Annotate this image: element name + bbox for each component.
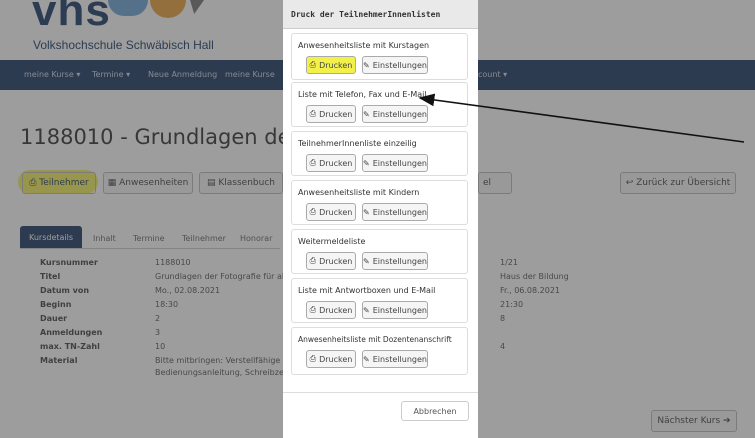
print-option-card: TeilnehmerInnenliste einzeilig ⎙ Drucken … (291, 131, 468, 176)
print-label: Drucken (319, 305, 353, 315)
settings-label: Einstellungen (372, 109, 427, 119)
settings-label: Einstellungen (372, 305, 427, 315)
print-icon: ⎙ (309, 109, 317, 118)
print-label: Drucken (319, 60, 353, 70)
settings-button[interactable]: ✎ Einstellungen (362, 56, 428, 74)
print-button[interactable]: ⎙ Drucken (306, 203, 356, 221)
print-option-title: Liste mit Telefon, Fax und E-Mail (298, 90, 427, 99)
print-label: Drucken (319, 354, 353, 364)
print-option-card: Liste mit Telefon, Fax und E-Mail ⎙ Druck… (291, 82, 468, 127)
settings-label: Einstellungen (372, 207, 427, 217)
print-button[interactable]: ⎙ Drucken (306, 154, 356, 172)
edit-icon: ✎ (363, 109, 370, 119)
settings-label: Einstellungen (372, 60, 427, 70)
settings-button[interactable]: ✎ Einstellungen (362, 105, 428, 123)
modal-footer-divider (283, 392, 478, 393)
edit-icon: ✎ (363, 305, 370, 315)
print-option-title: Liste mit Antwortboxen und E-Mail (298, 286, 436, 295)
print-option-card: Anwesenheitsliste mit Dozentenanschrift … (291, 327, 468, 375)
print-label: Drucken (319, 158, 353, 168)
modal-header: Druck der TeilnehmerInnenlisten (283, 0, 478, 29)
print-option-card: Anwesenheitsliste mit Kurstagen ⎙ Drucken… (291, 33, 468, 80)
settings-button[interactable]: ✎ Einstellungen (362, 301, 428, 319)
print-option-title: Anwesenheitsliste mit Kindern (298, 188, 420, 197)
print-option-title: TeilnehmerInnenliste einzeilig (298, 139, 417, 148)
print-icon: ⎙ (309, 256, 317, 265)
print-option-card: Weitermeldeliste ⎙ Drucken ✎ Einstellungen (291, 229, 468, 274)
settings-label: Einstellungen (372, 354, 427, 364)
edit-icon: ✎ (363, 60, 370, 70)
edit-icon: ✎ (363, 354, 370, 364)
print-button[interactable]: ⎙ Drucken (306, 350, 356, 368)
print-option-card: Anwesenheitsliste mit Kindern ⎙ Drucken ✎… (291, 180, 468, 225)
edit-icon: ✎ (363, 207, 370, 217)
modal-title: Druck der TeilnehmerInnenlisten (291, 10, 441, 19)
print-icon: ⎙ (309, 354, 317, 363)
print-option-title: Anwesenheitsliste mit Kurstagen (298, 41, 430, 50)
settings-button[interactable]: ✎ Einstellungen (362, 154, 428, 172)
print-option-card: Liste mit Antwortboxen und E-Mail ⎙ Druck… (291, 278, 468, 323)
print-icon: ⎙ (309, 158, 317, 167)
print-option-title: Anwesenheitsliste mit Dozentenanschrift (298, 335, 452, 344)
print-label: Drucken (319, 256, 353, 266)
settings-button[interactable]: ✎ Einstellungen (362, 203, 428, 221)
print-modal: Druck der TeilnehmerInnenlisten Anwesenh… (283, 0, 478, 438)
settings-label: Einstellungen (372, 256, 427, 266)
print-label: Drucken (319, 207, 353, 217)
edit-icon: ✎ (363, 158, 370, 168)
print-button[interactable]: ⎙ Drucken (306, 56, 356, 74)
print-label: Drucken (319, 109, 353, 119)
print-icon: ⎙ (309, 207, 317, 216)
edit-icon: ✎ (363, 256, 370, 266)
settings-button[interactable]: ✎ Einstellungen (362, 350, 428, 368)
print-option-title: Weitermeldeliste (298, 237, 366, 246)
print-button[interactable]: ⎙ Drucken (306, 301, 356, 319)
print-button[interactable]: ⎙ Drucken (306, 252, 356, 270)
settings-button[interactable]: ✎ Einstellungen (362, 252, 428, 270)
cancel-button[interactable]: Abbrechen (401, 401, 469, 421)
print-icon: ⎙ (309, 60, 317, 69)
settings-label: Einstellungen (372, 158, 427, 168)
print-button[interactable]: ⎙ Drucken (306, 105, 356, 123)
print-icon: ⎙ (309, 305, 317, 314)
